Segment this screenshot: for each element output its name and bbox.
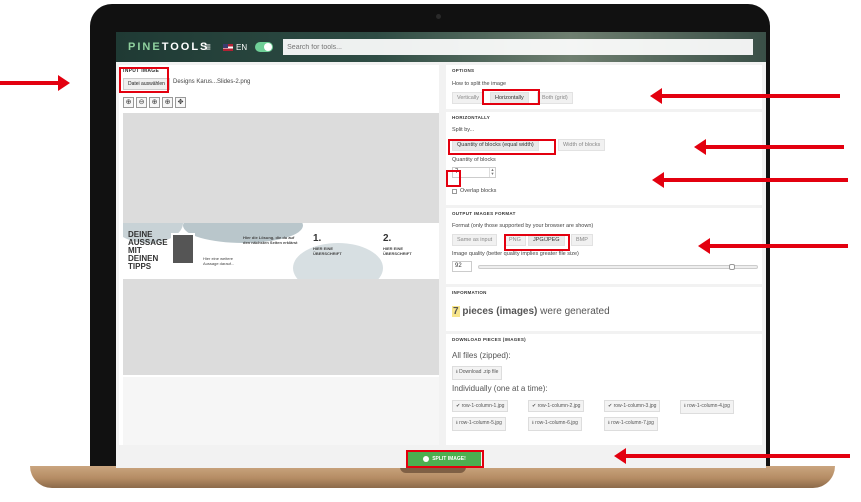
image-preview-canvas[interactable]: DEINE AUSSAGE MIT DEINEN TIPPS Hier die … — [123, 113, 439, 375]
theme-toggle[interactable] — [255, 42, 274, 52]
split-width-button[interactable]: Width of blocks — [558, 139, 606, 151]
highlight-split-button — [406, 450, 484, 468]
overlap-label: Overlap blocks — [460, 188, 497, 194]
move-icon[interactable]: ✥ — [175, 97, 186, 108]
pieces-text: pieces (images) — [462, 306, 538, 317]
download-file-button[interactable]: ✔ row-1-column-1.jpg — [452, 400, 509, 412]
how-to-split-label: How to split the image — [452, 81, 507, 87]
download-file-button[interactable]: ⭳ row-1-column-5.jpg — [452, 417, 506, 431]
download-file-button[interactable]: ⭳ row-1-column-7.jpg — [604, 417, 658, 431]
quality-slider[interactable] — [478, 264, 758, 270]
site-logo[interactable]: PINETOOLS — [128, 41, 207, 53]
mode-vertically-button[interactable]: Vertically — [452, 92, 485, 104]
download-icon: ⭳ — [456, 420, 458, 426]
quality-slider-handle[interactable] — [729, 264, 736, 270]
download-file-button[interactable]: ⭳ row-1-column-6.jpg — [528, 417, 582, 431]
generated-text: were generated — [540, 306, 610, 317]
format-label: Format (only those supported by your bro… — [452, 223, 594, 229]
information-title: INFORMATION — [452, 290, 487, 295]
highlight-quantity-blocks — [448, 139, 556, 155]
download-panel: DOWNLOAD PIECES (IMAGES) All files (zipp… — [446, 334, 762, 445]
information-panel: INFORMATION 7 pieces (images) were gener… — [446, 287, 762, 331]
banner-step-2-title: HIER EINE ÜBERSCHRIFT — [383, 246, 412, 256]
overlap-checkbox[interactable] — [452, 189, 457, 194]
hamburger-icon[interactable]: ≡ — [204, 40, 211, 54]
result-message: 7 pieces (images) were generated — [452, 306, 610, 317]
us-flag-icon — [223, 43, 234, 51]
banner-step-1-number: 1. — [313, 233, 322, 244]
download-icon: ⭳ — [456, 369, 458, 375]
annotation-arrow-icon — [650, 88, 840, 104]
banner-text-1: Hier die Lösung, die du auf den nächsten… — [243, 235, 298, 245]
mode-both-grid-button[interactable]: Both (grid) — [537, 92, 573, 104]
download-icon: ⭳ — [684, 403, 686, 409]
download-title: DOWNLOAD PIECES (IMAGES) — [452, 337, 526, 342]
quality-label: Image quality (better quality implies gr… — [452, 251, 579, 257]
language-selector[interactable]: EN — [223, 43, 247, 52]
download-icon: ⭳ — [608, 420, 610, 426]
piece-count: 7 — [452, 306, 460, 317]
annotation-arrow-icon — [0, 75, 70, 91]
zoom-fit-icon[interactable]: ⊕ — [149, 97, 160, 108]
quantity-label: Quantity of blocks — [452, 157, 496, 163]
banner-step-1-title: HIER EINE ÜBERSCHRIFT — [313, 246, 342, 256]
file-name-label: Designs Karus...Slides-2.png — [173, 79, 251, 85]
format-same-button[interactable]: Same as input — [452, 234, 498, 246]
download-icon: ⭳ — [532, 420, 534, 426]
annotation-arrow-icon — [694, 139, 844, 155]
horizontally-title: HORIZONTALLY — [452, 115, 491, 120]
split-by-label: Split by... — [452, 127, 475, 133]
zoom-toolbar: ⊕ ⊖ ⊕ ⊕ ✥ — [123, 97, 186, 108]
horizontally-panel: HORIZONTALLY Split by... Quantity of blo… — [446, 112, 762, 205]
highlight-input-image — [119, 67, 169, 93]
banner-headline: DEINE AUSSAGE MIT DEINEN TIPPS — [128, 230, 168, 271]
zoom-in-icon[interactable]: ⊕ — [123, 97, 134, 108]
quality-input[interactable]: 92 — [452, 261, 472, 272]
zoom-reset-icon[interactable]: ⊕ — [162, 97, 173, 108]
search-input[interactable] — [283, 39, 754, 55]
annotation-arrow-icon — [698, 238, 848, 254]
options-title: OPTIONS — [452, 68, 475, 73]
settings-column: OPTIONS How to split the image Verticall… — [446, 65, 762, 445]
individual-label: Individually (one at a time): — [452, 384, 548, 393]
download-file-button[interactable]: ✔ row-1-column-2.jpg — [528, 400, 585, 412]
check-icon: ✔ — [608, 403, 613, 409]
annotation-arrow-icon — [652, 172, 848, 188]
preview-image: DEINE AUSSAGE MIT DEINEN TIPPS Hier die … — [123, 223, 439, 279]
stepper-arrows-icon[interactable]: ▲ ▼ — [489, 168, 495, 177]
camera-icon — [436, 14, 441, 19]
download-file-button[interactable]: ✔ row-1-column-3.jpg — [604, 400, 661, 412]
banner-step-2-number: 2. — [383, 233, 392, 244]
check-icon: ✔ — [532, 403, 537, 409]
check-icon: ✔ — [456, 403, 461, 409]
download-zip-button[interactable]: ⭳ Download .zip file — [452, 366, 503, 380]
highlight-quantity-input — [446, 170, 461, 187]
top-navbar: PINETOOLS ≡ EN — [116, 32, 766, 62]
banner-text-2: Hier eine weitere Aussage darauf... — [203, 256, 235, 266]
highlight-horizontally — [482, 89, 540, 105]
portrait-photo — [171, 233, 195, 265]
all-files-label: All files (zipped): — [452, 351, 511, 360]
download-file-button[interactable]: ⭳ row-1-column-4.jpg — [680, 400, 734, 414]
background-pattern — [123, 377, 439, 445]
highlight-jpg — [504, 234, 570, 251]
input-image-panel: INPUT IMAGE Datei auswählen Designs Karu… — [119, 65, 439, 445]
zoom-out-icon[interactable]: ⊖ — [136, 97, 147, 108]
output-format-title: OUTPUT IMAGES FORMAT — [452, 211, 516, 216]
format-bmp-button[interactable]: BMP — [571, 234, 593, 246]
annotation-arrow-icon — [614, 448, 850, 464]
